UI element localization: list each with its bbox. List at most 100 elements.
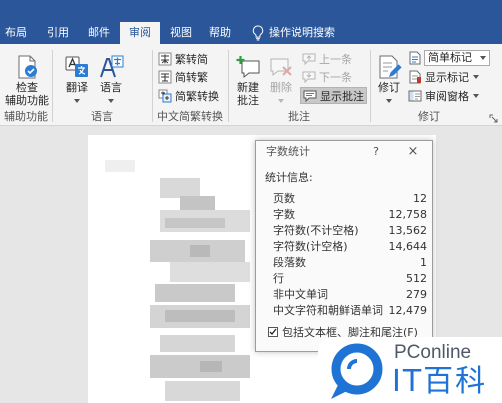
blurred-text-block (160, 335, 235, 352)
check-accessibility-button[interactable]: 检查 辅助功能 (5, 50, 49, 108)
lightbulb-icon[interactable] (252, 25, 264, 41)
pconline-logo-icon (322, 339, 386, 403)
stat-row: 字符数(计空格) 14,644 (273, 239, 427, 255)
chevron-down-icon (74, 99, 80, 103)
stat-row: 行 512 (273, 271, 427, 287)
blurred-text-block (165, 218, 225, 228)
chevron-down-icon (108, 99, 114, 103)
stat-label: 页数 (273, 192, 295, 205)
stat-label: 非中文单词 (273, 288, 328, 301)
track-changes-label: 修订 (378, 81, 400, 94)
track-changes-button[interactable]: 修订 (374, 50, 404, 108)
watermark-brand: PConline (394, 342, 472, 363)
new-comment-label-line2: 批注 (237, 94, 259, 107)
chevron-down-icon (386, 99, 392, 103)
previous-comment-icon (302, 52, 316, 66)
chinese-conversion-button[interactable]: 简繁转换 (156, 87, 221, 104)
stat-label: 字符数(计空格) (273, 240, 348, 253)
close-button[interactable]: × (404, 144, 422, 160)
dialog-title: 字数统计 (266, 145, 310, 158)
chinese-conversion-label: 简繁转换 (175, 89, 219, 103)
stat-value: 12,479 (388, 304, 428, 317)
group-label-accessibility: 辅助功能 (4, 110, 48, 123)
markup-mode-select[interactable]: 简单标记 (424, 50, 490, 66)
blurred-text-block (170, 262, 250, 282)
tab-mailings[interactable]: 邮件 (88, 22, 110, 44)
show-markup-icon (408, 70, 422, 84)
stat-value: 14,644 (388, 240, 428, 253)
next-comment-icon (302, 70, 316, 84)
tell-me-search[interactable]: 操作说明搜索 (269, 22, 335, 44)
delete-comment-button[interactable]: 删除 (266, 50, 296, 108)
traditional-to-simplified-button[interactable]: 繁转简 (156, 50, 210, 67)
new-comment-icon (235, 54, 261, 80)
group-label-comments: 批注 (288, 110, 310, 123)
stat-value: 12 (413, 192, 427, 205)
stat-row: 字数 12,758 (273, 207, 427, 223)
previous-comment-button[interactable]: 上一条 (300, 50, 354, 67)
delete-comment-icon (268, 54, 294, 80)
stat-label: 段落数 (273, 256, 306, 269)
markup-mode-value: 简单标记 (428, 51, 472, 64)
tab-review[interactable]: 审阅 (120, 22, 160, 44)
blurred-text-block (155, 284, 235, 302)
tab-references[interactable]: 引用 (47, 22, 69, 44)
translate-icon (64, 54, 90, 80)
delete-comment-label: 删除 (270, 81, 292, 94)
markup-view-icon (408, 51, 422, 65)
stat-value: 512 (406, 272, 427, 285)
show-markup-label: 显示标记 (425, 70, 469, 84)
new-comment-button[interactable]: 新建 批注 (232, 50, 264, 108)
stat-row: 段落数 1 (273, 255, 427, 271)
chevron-down-icon (278, 99, 284, 103)
stat-row: 页数 12 (273, 191, 427, 207)
track-changes-icon (376, 54, 402, 80)
simplified-to-traditional-icon (158, 70, 172, 84)
group-label-language: 语言 (91, 110, 113, 123)
review-pane-icon (408, 89, 422, 103)
ribbon-review: 检查 辅助功能 辅助功能 翻译 语言 语言 繁转简 简转繁 简繁转换 中文简繁转… (0, 44, 502, 126)
word-count-dialog: 字数统计 ? × 统计信息: 页数 12 字数 12,758 字符数(不计空格)… (255, 140, 433, 352)
statistics-heading: 统计信息: (265, 171, 313, 184)
stat-row: 字符数(不计空格) 13,562 (273, 223, 427, 239)
chevron-down-icon (473, 93, 479, 98)
group-label-chinese-conversion: 中文简繁转换 (157, 110, 223, 123)
show-comments-icon (303, 89, 317, 103)
include-textboxes-checkbox[interactable] (268, 327, 278, 337)
simplified-to-traditional-button[interactable]: 简转繁 (156, 68, 210, 85)
review-pane-label: 审阅窗格 (425, 89, 469, 103)
watermark-product: IT百科 (392, 364, 488, 399)
chevron-down-icon (473, 74, 479, 79)
show-comments-label: 显示批注 (320, 89, 364, 103)
stat-row: 中文字符和朝鲜语单词 12,479 (273, 303, 427, 319)
tab-view[interactable]: 视图 (170, 22, 192, 44)
blurred-text-block (200, 361, 222, 372)
language-button[interactable]: 语言 (95, 50, 127, 108)
stat-value: 12,758 (388, 208, 428, 221)
accessibility-check-icon (14, 54, 40, 80)
help-button[interactable]: ? (368, 144, 384, 160)
blurred-text-block (165, 310, 235, 322)
simplified-to-traditional-label: 简转繁 (175, 70, 208, 84)
show-comments-button[interactable]: 显示批注 (300, 87, 367, 104)
show-markup-button[interactable]: 显示标记 (406, 68, 481, 85)
pconline-watermark: PConline IT百科 (318, 337, 502, 403)
next-comment-label: 下一条 (319, 70, 352, 84)
stat-value: 13,562 (388, 224, 428, 237)
translate-button[interactable]: 翻译 (60, 50, 94, 108)
checkmark-icon (269, 328, 277, 335)
review-pane-button[interactable]: 审阅窗格 (406, 87, 481, 104)
language-label: 语言 (100, 81, 122, 94)
chevron-down-icon (480, 56, 486, 60)
tab-layout[interactable]: 布局 (5, 22, 27, 44)
dialog-launcher-icon[interactable] (489, 113, 498, 123)
stat-label: 中文字符和朝鲜语单词 (273, 304, 383, 317)
ribbon-tab-bar: 布局 引用 邮件 审阅 视图 帮助 操作说明搜索 (0, 0, 502, 44)
tab-help[interactable]: 帮助 (209, 22, 231, 44)
stat-value: 1 (420, 256, 427, 269)
check-accessibility-label-line1: 检查 (16, 81, 38, 94)
stat-label: 行 (273, 272, 284, 285)
next-comment-button[interactable]: 下一条 (300, 68, 354, 85)
blurred-text-block (165, 381, 240, 401)
stat-label: 字符数(不计空格) (273, 224, 359, 237)
